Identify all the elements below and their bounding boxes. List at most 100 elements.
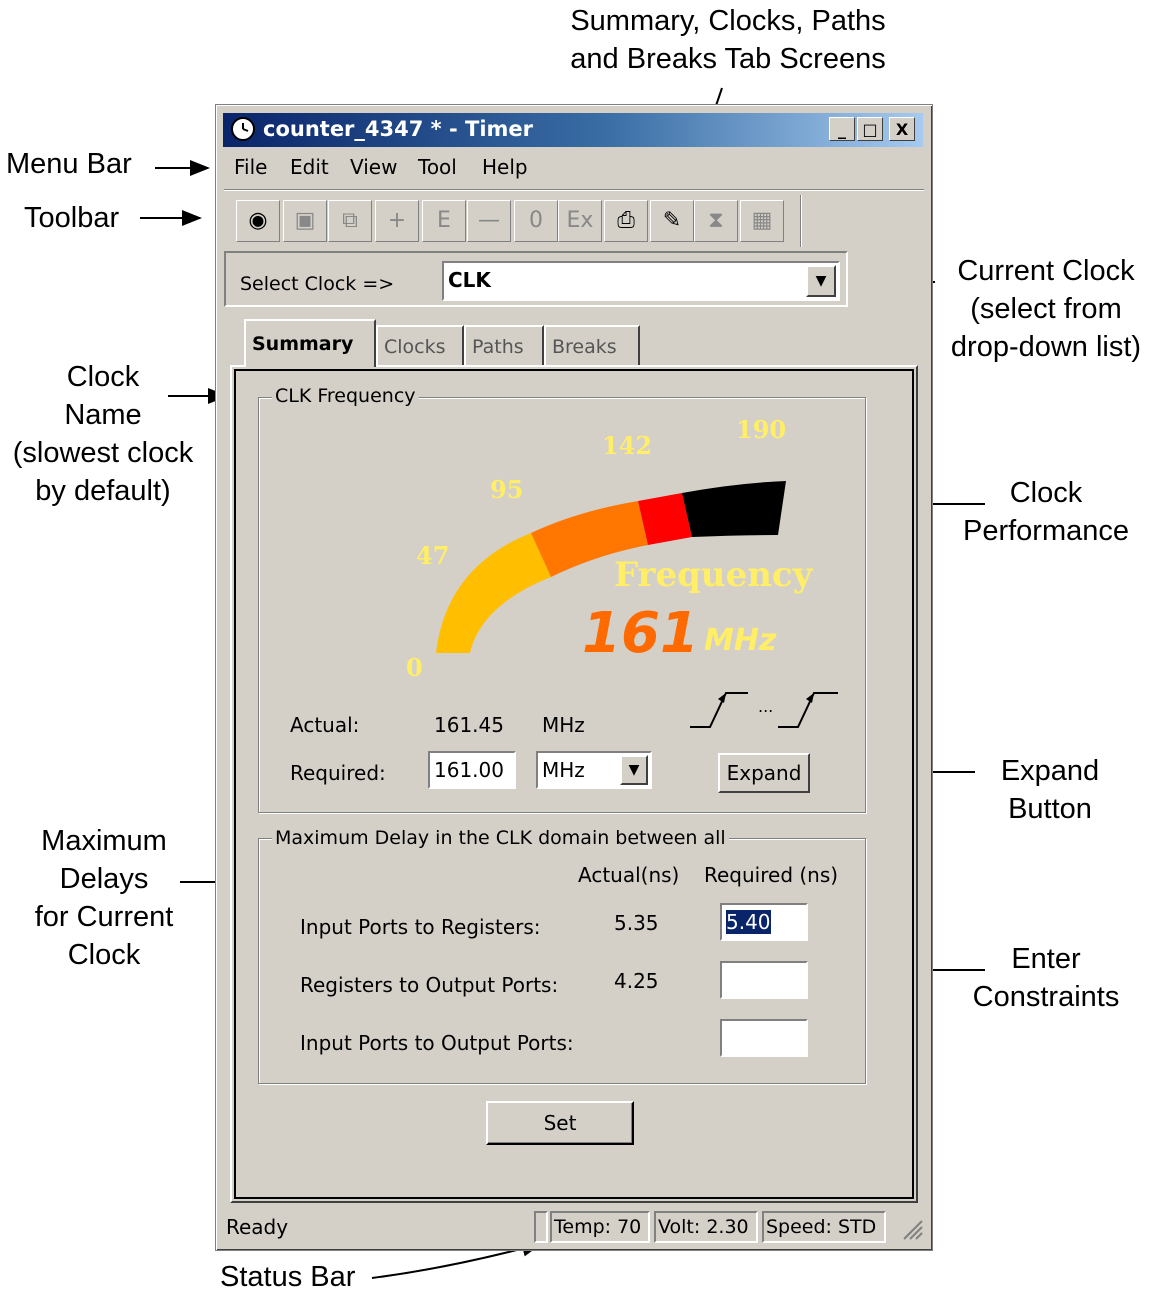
zero-icon[interactable]: 0 xyxy=(514,200,558,242)
frequency-group-title: CLK Frequency xyxy=(272,385,419,407)
set-button[interactable]: Set xyxy=(486,1101,634,1145)
timer-icon[interactable]: ◉ xyxy=(236,200,280,242)
timer-window: counter_4347 * - Timer _ □ X File Edit V… xyxy=(215,104,933,1251)
annotation-line: (select from xyxy=(970,293,1122,325)
menu-help[interactable]: Help xyxy=(482,155,528,179)
gauge-segment-max xyxy=(682,481,786,537)
plus-icon[interactable]: + xyxy=(375,200,419,242)
gauge-segment-low xyxy=(436,533,551,653)
gauge-label-142: 142 xyxy=(602,431,653,460)
annotation-line: Performance xyxy=(962,515,1129,547)
timer-app-icon xyxy=(231,117,255,141)
delays-group-title: Maximum Delay in the CLK domain between … xyxy=(272,827,729,849)
status-speed: Speed: STD xyxy=(762,1211,886,1243)
delay-row-required-input[interactable] xyxy=(720,1019,808,1057)
annotation-line: Delays xyxy=(59,863,149,895)
annotation-line: for Current xyxy=(34,901,174,933)
delay-row-label: Input Ports to Registers: xyxy=(300,915,541,939)
minimize-button[interactable]: _ xyxy=(829,117,855,141)
annotation-line: (slowest clock xyxy=(12,437,194,469)
clock-select-dropdown[interactable]: CLK ▼ xyxy=(442,261,840,301)
menu-file[interactable]: File xyxy=(234,155,267,179)
annotation-toolbar: Toolbar xyxy=(24,202,120,234)
actual-unit: MHz xyxy=(542,713,585,737)
frequency-value: 161 xyxy=(582,601,699,666)
annotation-maximum-delays: Maximum Delays for Current Clock xyxy=(18,822,190,974)
annotation-expand-button: Expand Button xyxy=(980,752,1120,828)
annotation-line: Current Clock xyxy=(957,255,1135,287)
menu-tool[interactable]: Tool xyxy=(418,155,457,179)
delay-row-label: Input Ports to Output Ports: xyxy=(300,1031,574,1055)
required-unit-select[interactable]: MHz ▼ xyxy=(536,751,652,789)
save-icon[interactable]: ▣ xyxy=(283,200,327,242)
annotation-line: Clock xyxy=(66,361,140,393)
annotation-line: Name xyxy=(64,399,142,431)
annotation-line: Summary, Clocks, Paths xyxy=(570,5,886,37)
delay-row-required-value: 5.40 xyxy=(726,910,771,934)
minus-icon[interactable]: — xyxy=(467,200,511,242)
close-button[interactable]: X xyxy=(889,117,915,141)
annotation-line: Button xyxy=(1008,793,1092,825)
status-blank-pane xyxy=(534,1211,548,1243)
menu-edit[interactable]: Edit xyxy=(290,155,329,179)
gauge-label-190: 190 xyxy=(736,415,787,444)
menu-separator xyxy=(224,189,924,191)
required-unit-value: MHz xyxy=(542,758,585,782)
tab-paths[interactable]: Paths xyxy=(464,325,544,365)
maximize-button[interactable]: □ xyxy=(857,117,883,141)
delay-row-actual: 4.25 xyxy=(614,969,659,993)
annotation-clock-name: Clock Name (slowest clock by default) xyxy=(2,358,204,510)
annotation-status-bar: Status Bar xyxy=(220,1261,356,1293)
tab-breaks[interactable]: Breaks xyxy=(544,325,640,365)
chevron-down-icon[interactable]: ▼ xyxy=(620,755,648,785)
gauge-label-95: 95 xyxy=(490,475,524,504)
status-ready: Ready xyxy=(226,1215,289,1239)
copy-icon[interactable]: ⧉ xyxy=(328,200,372,242)
hourglass-icon[interactable]: ⧗ xyxy=(694,200,738,242)
frequency-unit: MHz xyxy=(704,623,777,658)
annotation-line: Expand xyxy=(1000,755,1100,787)
delays-col-actual: Actual(ns) xyxy=(578,863,680,887)
chevron-down-icon[interactable]: ▼ xyxy=(806,265,836,297)
annotation-current-clock: Current Clock (select from drop-down lis… xyxy=(940,252,1152,366)
title-bar[interactable]: counter_4347 * - Timer _ □ X xyxy=(223,113,923,147)
required-label: Required: xyxy=(290,761,386,785)
actual-label: Actual: xyxy=(290,713,360,737)
required-frequency-input[interactable] xyxy=(428,751,516,789)
annotation-line: Clock xyxy=(67,939,141,971)
menu-view[interactable]: View xyxy=(350,155,397,179)
frequency-caption: Frequency xyxy=(614,555,813,595)
toolbar-separator xyxy=(800,195,802,247)
window-title: counter_4347 * - Timer xyxy=(263,117,533,141)
annotation-line: Clock xyxy=(1009,477,1083,509)
delay-row-required-input[interactable] xyxy=(720,961,808,999)
delays-col-required: Required (ns) xyxy=(704,863,839,887)
ex-icon[interactable]: Ex xyxy=(558,200,602,242)
inspect-icon[interactable]: ✎ xyxy=(650,200,694,242)
resize-grip-icon[interactable] xyxy=(900,1217,924,1241)
gauge-label-0: 0 xyxy=(406,653,423,682)
annotation-line: drop-down list) xyxy=(950,331,1142,363)
tab-summary[interactable]: Summary xyxy=(244,319,376,367)
annotation-enter-constraints: Enter Constraints xyxy=(956,940,1136,1016)
actual-value: 161.45 xyxy=(434,713,504,737)
e-icon[interactable]: E xyxy=(422,200,466,242)
annotation-tab-screens: Summary, Clocks, Paths and Breaks Tab Sc… xyxy=(548,2,908,78)
annotation-line: by default) xyxy=(35,475,171,507)
annotation-clock-performance: Clock Performance xyxy=(948,474,1144,550)
print-icon[interactable]: ⎙ xyxy=(604,200,648,242)
delay-row-actual: 5.35 xyxy=(614,911,659,935)
tab-clocks[interactable]: Clocks xyxy=(376,325,464,365)
waveform-ellipsis: ... xyxy=(758,697,774,716)
clock-select-value: CLK xyxy=(448,268,491,292)
delay-row-label: Registers to Output Ports: xyxy=(300,973,559,997)
expand-button[interactable]: Expand xyxy=(718,753,810,793)
status-volt: Volt: 2.30 xyxy=(654,1211,758,1243)
grid-icon[interactable]: ▦ xyxy=(740,200,784,242)
annotation-line: and Breaks Tab Screens xyxy=(570,43,886,75)
annotation-menu-bar: Menu Bar xyxy=(6,148,132,180)
delay-row-required-input[interactable]: 5.40 xyxy=(720,903,808,941)
status-temp: Temp: 70 xyxy=(550,1211,650,1243)
annotation-line: Maximum xyxy=(41,825,167,857)
select-clock-label: Select Clock => xyxy=(240,273,395,295)
